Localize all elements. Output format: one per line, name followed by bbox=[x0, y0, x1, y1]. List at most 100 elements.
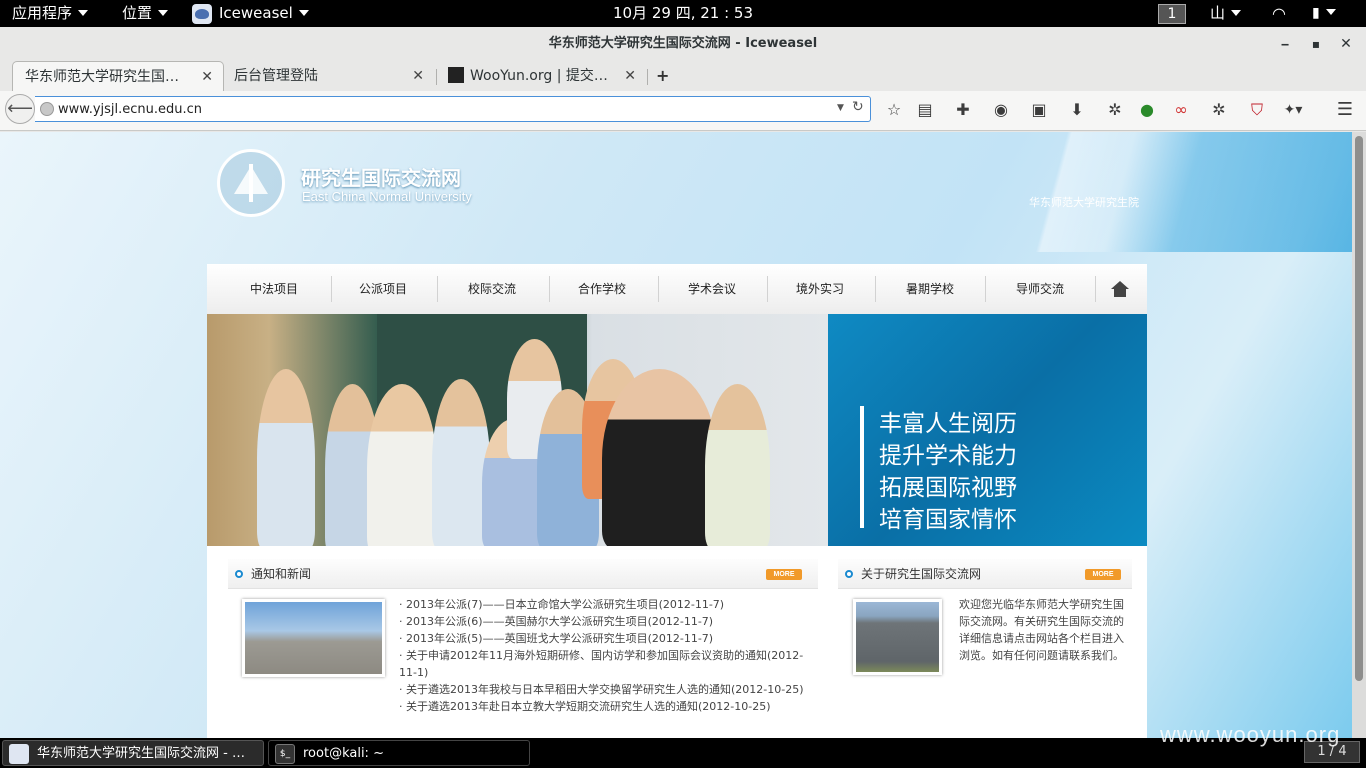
tab-label: WooYun.org | 提交… bbox=[470, 68, 608, 84]
iceweasel-icon bbox=[9, 744, 29, 764]
scrollbar-thumb[interactable] bbox=[1355, 136, 1363, 681]
banner-group-photo bbox=[207, 314, 828, 546]
input-method-menu[interactable]: 山 bbox=[1210, 0, 1242, 27]
workspace-indicator[interactable]: 1 bbox=[1158, 0, 1186, 27]
tab-admin-login[interactable]: 后台管理登陆 ✕ bbox=[222, 61, 434, 91]
bullet-icon bbox=[845, 570, 853, 578]
workspace-number: 1 bbox=[1158, 3, 1186, 24]
taskbar-item-terminal[interactable]: $_ root@kali: ~ bbox=[268, 740, 530, 766]
gear-icon[interactable]: ✲ bbox=[1104, 99, 1126, 121]
chevron-down-icon bbox=[158, 9, 169, 16]
list-item[interactable]: · 2013年公派(7)——日本立命馆大学公派研究生项目(2012-11-7) bbox=[399, 596, 809, 613]
new-tab-button[interactable]: + bbox=[656, 61, 669, 91]
banner-slogan-panel: 丰富人生阅历 提升学术能力 拓展国际视野 培育国家情怀 bbox=[828, 314, 1147, 546]
shield-icon[interactable]: ⛉ bbox=[1246, 99, 1268, 121]
chevron-down-icon bbox=[1231, 9, 1242, 16]
list-item[interactable]: · 关于申请2012年11月海外短期研修、国内访学和参加国际会议资助的通知(20… bbox=[399, 647, 809, 681]
list-item[interactable]: · 2013年公派(5)——英国班戈大学公派研究生项目(2012-11-7) bbox=[399, 630, 809, 647]
person bbox=[705, 384, 770, 546]
header-decoration bbox=[932, 132, 1352, 252]
window-title: 华东师范大学研究生国际交流网 - Iceweasel bbox=[548, 36, 818, 51]
college-link[interactable]: 华东师范大学研究生院 bbox=[1029, 194, 1139, 210]
news-panel-header: 通知和新闻 MORE bbox=[228, 559, 818, 589]
news-panel-title: 通知和新闻 bbox=[251, 567, 312, 581]
url-input[interactable] bbox=[58, 100, 838, 118]
extension-menu-icon[interactable]: ✦▾ bbox=[1282, 99, 1304, 121]
taskbar-item-label: root@kali: ~ bbox=[303, 746, 384, 761]
site-title: 研究生国际交流网 bbox=[301, 166, 461, 190]
wooyun-watermark: www.wooyun.org bbox=[1160, 722, 1341, 747]
tab-label: 华东师范大学研究生国… bbox=[25, 69, 179, 85]
slogan-line: 培育国家情怀 bbox=[879, 507, 1017, 533]
taskbar-item-label: 华东师范大学研究生国际交流网 - … bbox=[37, 746, 245, 761]
close-tab-icon[interactable]: ✕ bbox=[412, 61, 424, 91]
list-item[interactable]: · 关于遴选2013年赴日本立教大学短期交流研究生人选的通知(2012-10-2… bbox=[399, 698, 809, 715]
places-menu[interactable]: 位置 bbox=[122, 0, 169, 27]
slogan-line: 丰富人生阅历 bbox=[879, 411, 1017, 437]
compass-icon[interactable]: ◉ bbox=[990, 99, 1012, 121]
nav-item-partner-schools[interactable]: 合作学校 bbox=[547, 264, 657, 314]
settings-cog-icon[interactable]: ✲ bbox=[1208, 99, 1230, 121]
person bbox=[602, 369, 717, 546]
nav-item-conferences[interactable]: 学术会议 bbox=[657, 264, 767, 314]
ecnu-seal-logo[interactable] bbox=[217, 149, 285, 217]
nav-item-summer-school[interactable]: 暑期学校 bbox=[875, 264, 985, 314]
active-app-menu[interactable]: Iceweasel bbox=[192, 0, 309, 27]
nav-item-inter-university[interactable]: 校际交流 bbox=[437, 264, 547, 314]
nav-item-sino-french[interactable]: 中法项目 bbox=[219, 264, 329, 314]
about-panel-header: 关于研究生国际交流网 MORE bbox=[838, 559, 1132, 589]
list-item[interactable]: · 关于遴选2013年我校与日本早稻田大学交换留学研究生人选的通知(2012-1… bbox=[399, 681, 809, 698]
close-window-button[interactable]: ✕ bbox=[1337, 35, 1355, 53]
hamburger-menu-icon[interactable]: ☰ bbox=[1334, 99, 1356, 121]
maximize-button[interactable]: ▪ bbox=[1307, 35, 1325, 53]
taskbar-item-browser[interactable]: 华东师范大学研究生国际交流网 - … bbox=[2, 740, 264, 766]
applications-menu[interactable]: 应用程序 bbox=[12, 0, 89, 27]
pocket-icon[interactable]: ▣ bbox=[1028, 99, 1050, 121]
chevron-down-icon bbox=[78, 9, 89, 16]
reload-icon[interactable]: ↻ bbox=[852, 99, 864, 115]
wooyun-favicon-icon bbox=[448, 66, 464, 83]
back-button[interactable]: ⟵ bbox=[5, 94, 35, 124]
addons-puzzle-icon[interactable]: ✚ bbox=[952, 99, 974, 121]
tab-wooyun[interactable]: WooYun.org | 提交… ✕ bbox=[436, 61, 646, 91]
list-item[interactable]: · 2013年公派(6)——英国赫尔大学公派研究生项目(2012-11-7) bbox=[399, 613, 809, 630]
nav-item-public-funded[interactable]: 公派项目 bbox=[329, 264, 437, 314]
globe-icon bbox=[40, 102, 54, 116]
input-method-label: 山 bbox=[1210, 4, 1226, 22]
history-dropdown-icon[interactable]: ▼ bbox=[837, 103, 844, 113]
clock[interactable]: 10月 29 四, 21 : 53 bbox=[613, 0, 753, 27]
close-tab-icon[interactable]: ✕ bbox=[624, 61, 636, 91]
clock-label: 10月 29 四, 21 : 53 bbox=[613, 4, 754, 22]
tab-ecnu[interactable]: 华东师范大学研究生国… ✕ bbox=[12, 61, 224, 91]
news-thumbnail-gate-image bbox=[242, 599, 385, 677]
link-rings-icon[interactable]: ∞ bbox=[1170, 99, 1192, 121]
chevron-down-icon bbox=[298, 9, 309, 16]
person bbox=[257, 369, 315, 546]
tab-label: 后台管理登陆 bbox=[234, 68, 318, 84]
about-more-button[interactable]: MORE bbox=[1085, 569, 1121, 580]
site-navigation: 中法项目 公派项目 校际交流 合作学校 学术会议 境外实习 暑期学校 导师交流 bbox=[207, 264, 1147, 314]
green-orb-icon[interactable]: ● bbox=[1136, 99, 1158, 121]
nav-item-supervisor-exchange[interactable]: 导师交流 bbox=[985, 264, 1095, 314]
download-icon[interactable]: ⬇ bbox=[1066, 99, 1088, 121]
close-tab-icon[interactable]: ✕ bbox=[201, 62, 213, 91]
nav-divider bbox=[1095, 276, 1096, 302]
minimize-button[interactable]: ‒ bbox=[1276, 35, 1294, 53]
battery-icon[interactable]: ▮ bbox=[1312, 0, 1336, 27]
page-scrollbar[interactable] bbox=[1352, 132, 1366, 738]
wifi-icon[interactable]: ◠ bbox=[1272, 0, 1286, 27]
slogan-line: 拓展国际视野 bbox=[879, 475, 1017, 501]
about-text: 欢迎您光临华东师范大学研究生国际交流网。有关研究生国际交流的详细信息请点击网站各… bbox=[959, 598, 1124, 662]
iceweasel-icon bbox=[192, 3, 212, 24]
gnome-top-bar: 应用程序 位置 Iceweasel 10月 29 四, 21 : 53 1 山 … bbox=[0, 0, 1366, 27]
url-bar[interactable]: ▼ ↻ bbox=[35, 96, 871, 122]
chevron-down-icon bbox=[1325, 9, 1336, 15]
news-more-button[interactable]: MORE bbox=[766, 569, 802, 580]
tab-strip: 华东师范大学研究生国… ✕ 后台管理登陆 ✕ WooYun.org | 提交… … bbox=[0, 61, 1366, 91]
slogan-accent-bar bbox=[860, 406, 864, 528]
nav-item-overseas-internship[interactable]: 境外实习 bbox=[765, 264, 875, 314]
tab-divider bbox=[647, 69, 648, 85]
bookmark-star-icon[interactable]: ☆ bbox=[883, 99, 905, 121]
home-icon[interactable] bbox=[1111, 281, 1129, 297]
reading-list-icon[interactable]: ▤ bbox=[914, 99, 936, 121]
